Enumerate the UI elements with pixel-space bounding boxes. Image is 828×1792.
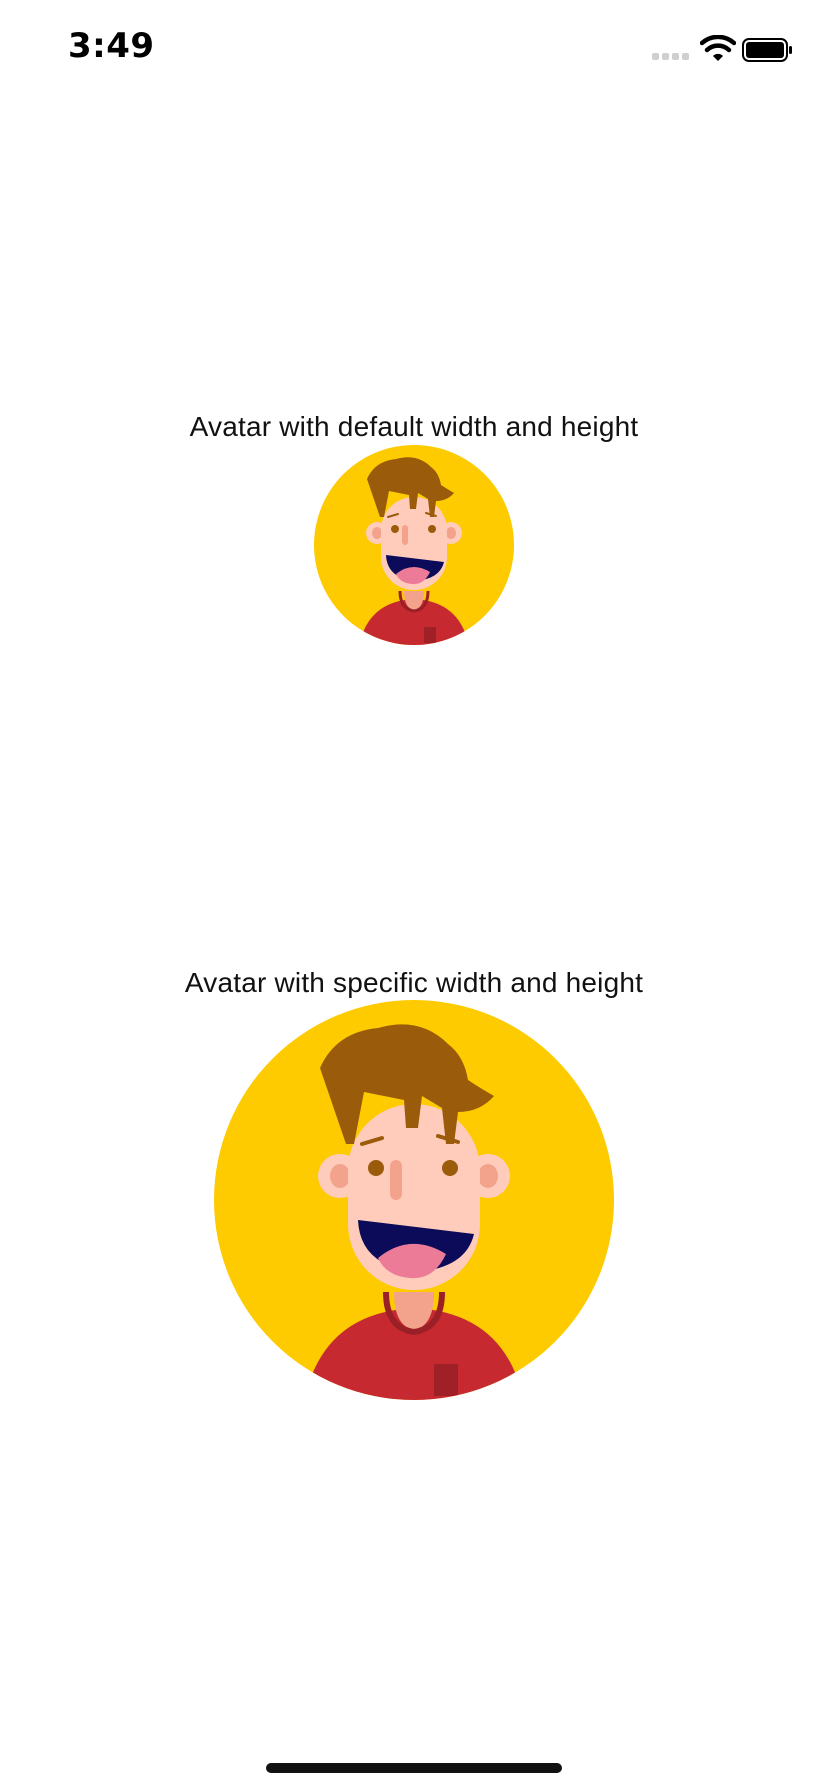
status-time: 3:49 xyxy=(68,26,155,66)
avatar-boy-icon xyxy=(314,445,514,645)
avatar-boy-icon xyxy=(214,1000,614,1400)
status-bar: 3:49 xyxy=(0,0,828,100)
battery-icon xyxy=(742,38,792,62)
default-avatar-label: Avatar with default width and height xyxy=(189,411,639,442)
cellular-signal-icon xyxy=(652,53,692,61)
home-indicator[interactable] xyxy=(266,1763,562,1773)
specific-avatar-label: Avatar with specific width and height xyxy=(184,967,644,998)
wifi-icon xyxy=(700,35,736,61)
